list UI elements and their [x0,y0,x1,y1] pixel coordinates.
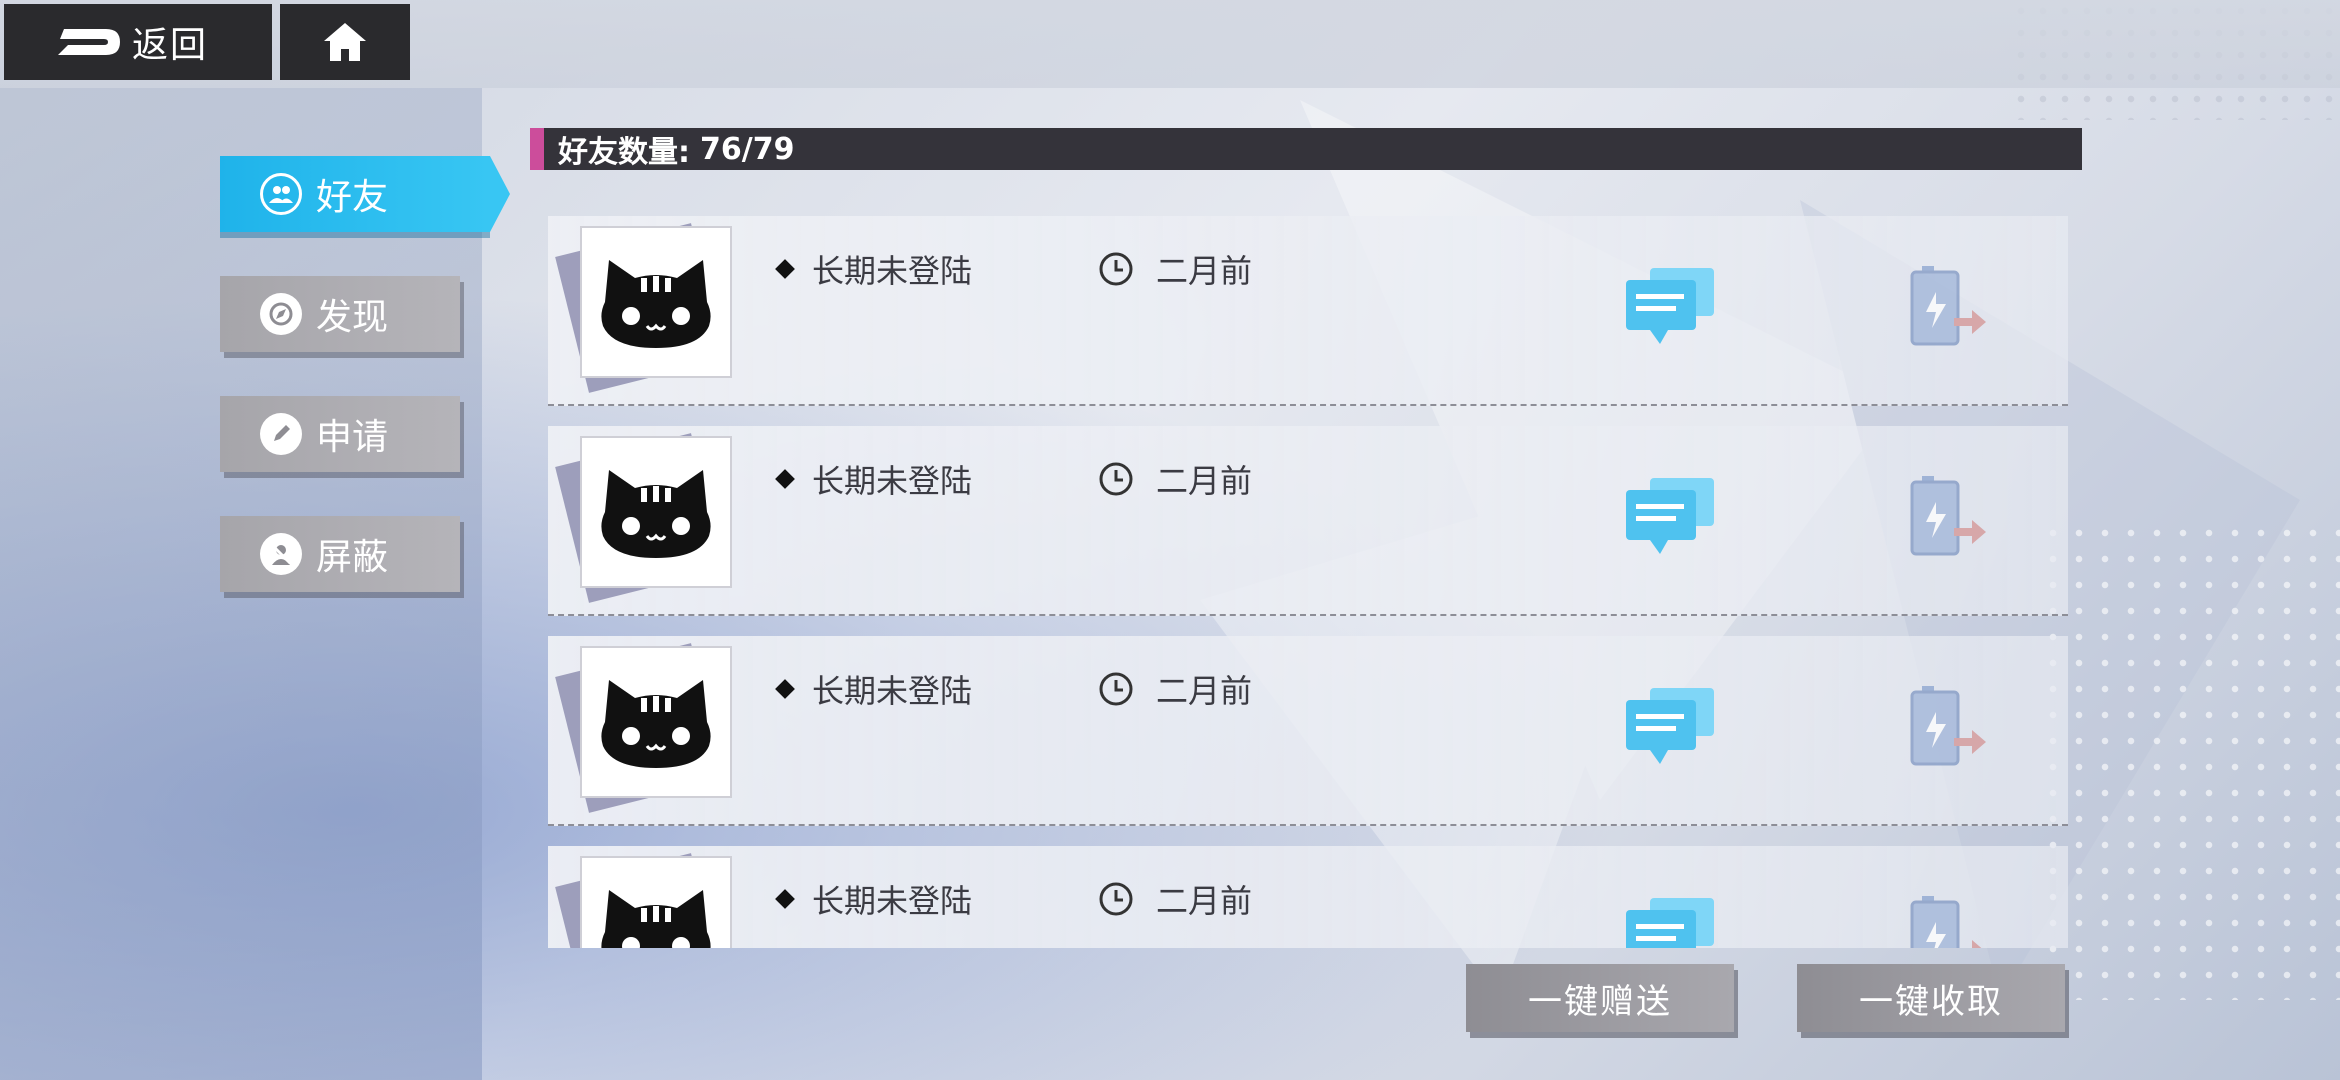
diamond-icon [775,259,795,279]
home-icon [324,23,366,61]
avatar[interactable] [555,223,732,393]
friend-count-label: 好友数量: [558,135,690,170]
friends-icon [260,173,302,215]
dot-pattern [2040,520,2340,1000]
tab-discover-label: 发现 [316,297,389,338]
send-energy-button[interactable] [1906,262,1996,356]
battery-send-icon [1910,266,1986,346]
diamond-icon [775,679,795,699]
chat-button[interactable] [1620,264,1720,352]
last-seen-text: 二月前 [1156,672,1253,710]
clock-icon [1099,882,1133,916]
back-label: 返回 [132,25,209,66]
status-text: 长期未登陆 [812,672,973,710]
friend-status: 长期未登陆 [775,456,973,502]
friend-count-value: 76/79 [700,131,795,167]
tab-block[interactable]: 屏蔽 [220,516,460,592]
receive-all-button[interactable]: 一键收取 [1797,964,2065,1032]
clock-icon [1099,462,1133,496]
diamond-icon [775,889,795,909]
tab-block-label: 屏蔽 [316,537,389,578]
status-text: 长期未登陆 [812,882,973,920]
send-energy-button[interactable] [1906,892,1996,948]
last-seen: 二月前 [1098,246,1252,292]
battery-send-icon [1910,896,1982,948]
cat-avatar-icon [601,260,711,348]
tab-friends[interactable]: 好友 [220,156,510,232]
block-icon [260,533,302,575]
friend-row[interactable]: 长期未登陆 二月前 [548,846,2068,948]
last-seen: 二月前 [1098,666,1252,712]
battery-send-icon [1910,686,1986,766]
friend-count-bar: 好友数量: 76/79 [530,128,2082,170]
home-button[interactable] [280,4,410,80]
cat-avatar-icon [601,470,711,558]
chat-button[interactable] [1620,684,1720,772]
battery-send-icon [1910,476,1986,556]
last-seen-text: 二月前 [1156,882,1253,920]
chat-bubble-icon [1626,268,1714,344]
send-all-button[interactable]: 一键赠送 [1466,964,1734,1032]
last-seen: 二月前 [1098,876,1252,922]
cat-avatar-icon [601,680,711,768]
send-energy-button[interactable] [1906,472,1996,566]
status-text: 长期未登陆 [812,462,973,500]
diamond-icon [775,469,795,489]
friend-list[interactable]: 长期未登陆 二月前 长期未登陆 二月前 长期未登陆 二月前 长期未登陆 二月前 [548,216,2068,948]
clock-icon [1099,252,1133,286]
back-button[interactable]: 返回 [4,4,272,80]
tab-apply[interactable]: 申请 [220,396,460,472]
tab-apply-label: 申请 [316,417,389,458]
tab-friends-label: 好友 [316,177,389,218]
last-seen-text: 二月前 [1156,462,1253,500]
tab-discover[interactable]: 发现 [220,276,460,352]
avatar[interactable] [555,643,732,813]
friend-status: 长期未登陆 [775,246,973,292]
last-seen: 二月前 [1098,456,1252,502]
cat-avatar-icon [601,890,711,948]
chat-bubble-icon [1626,688,1714,764]
friend-status: 长期未登陆 [775,666,973,712]
chat-bubble-icon [1626,478,1714,554]
chat-button[interactable] [1620,894,1720,948]
friend-row[interactable]: 长期未登陆 二月前 [548,426,2068,616]
friend-row[interactable]: 长期未登陆 二月前 [548,216,2068,406]
avatar[interactable] [555,853,732,948]
chat-button[interactable] [1620,474,1720,562]
back-arrow-icon [58,29,120,55]
clock-icon [1099,672,1133,706]
last-seen-text: 二月前 [1156,252,1253,290]
avatar[interactable] [555,433,732,603]
apply-icon [260,413,302,455]
chat-bubble-icon [1626,898,1714,948]
friend-row[interactable]: 长期未登陆 二月前 [548,636,2068,826]
friend-status: 长期未登陆 [775,876,973,922]
discover-icon [260,293,302,335]
send-energy-button[interactable] [1906,682,1996,776]
status-text: 长期未登陆 [812,252,973,290]
